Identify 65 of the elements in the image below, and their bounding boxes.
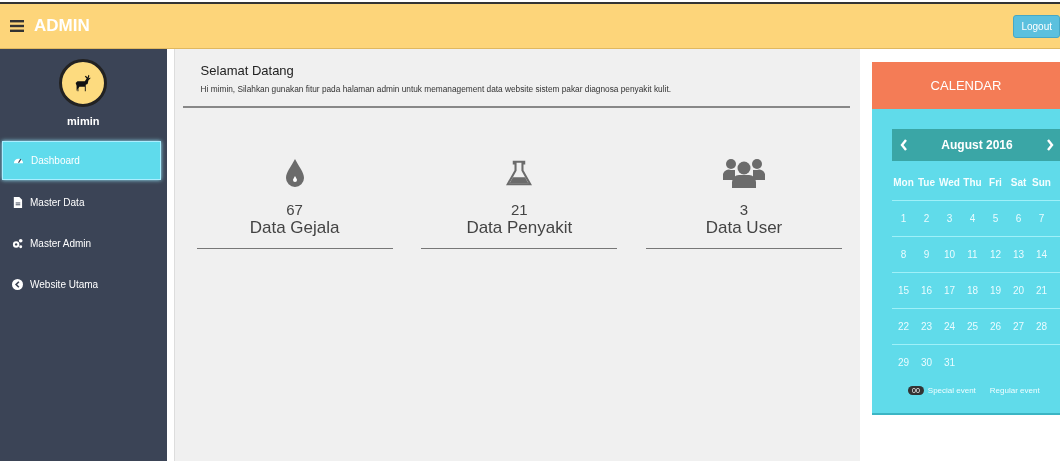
calendar-day[interactable]: 27 bbox=[1007, 321, 1030, 332]
calendar-day[interactable]: 31 bbox=[938, 357, 961, 368]
calendar-day[interactable]: 29 bbox=[892, 357, 915, 368]
gears-icon bbox=[12, 238, 23, 249]
chevron-left-icon[interactable] bbox=[900, 139, 908, 151]
arrow-left-circle-icon bbox=[12, 279, 23, 290]
user-name: mimin bbox=[67, 115, 100, 127]
calendar-day[interactable]: 6 bbox=[1007, 213, 1030, 224]
sidebar-item[interactable]: Master Admin bbox=[2, 225, 161, 262]
sidebar-item[interactable]: Dashboard bbox=[2, 141, 161, 180]
stat-count: 21 bbox=[510, 202, 528, 218]
calendar-day[interactable]: 7 bbox=[1030, 213, 1053, 224]
calendar-day[interactable]: 4 bbox=[961, 213, 984, 224]
calendar-day[interactable]: 23 bbox=[915, 321, 938, 332]
calendar-day[interactable]: 3 bbox=[938, 213, 961, 224]
calendar-day[interactable]: 16 bbox=[915, 285, 938, 296]
month-label: August 2016 bbox=[941, 138, 1013, 152]
welcome-title: Selamat Datang bbox=[200, 63, 295, 78]
logout-button[interactable]: Logout bbox=[1013, 14, 1060, 38]
calendar-day[interactable]: 20 bbox=[1007, 285, 1030, 296]
calendar-day[interactable]: 5 bbox=[984, 213, 1007, 224]
welcome-text: Hi mimin, Silahkan gunakan fitur pada halaman admin untuk memanagement data website sistem pakar diagnosa penyakit kulit. bbox=[200, 84, 673, 94]
users-icon bbox=[722, 158, 766, 188]
calendar-title: CALENDAR bbox=[930, 78, 1002, 93]
calendar-day[interactable]: 25 bbox=[961, 321, 984, 332]
file-icon bbox=[12, 197, 23, 208]
calendar-day[interactable]: 17 bbox=[938, 285, 961, 296]
app-title: ADMIN bbox=[34, 16, 90, 36]
calendar-day[interactable]: 30 bbox=[915, 357, 938, 368]
calendar-day[interactable]: 13 bbox=[1007, 249, 1030, 260]
weekday-label: Thu bbox=[962, 177, 983, 188]
calendar-day[interactable]: 21 bbox=[1030, 285, 1053, 296]
menu-icon[interactable] bbox=[10, 20, 24, 32]
calendar-day[interactable]: 19 bbox=[984, 285, 1007, 296]
calendar-day[interactable]: 14 bbox=[1030, 249, 1053, 260]
special-event-legend: Special event bbox=[927, 386, 976, 395]
weekday-label: Sun bbox=[1031, 177, 1052, 188]
calendar-day[interactable]: 9 bbox=[915, 249, 938, 260]
calendar-day[interactable]: 26 bbox=[984, 321, 1007, 332]
weekday-label: Wed bbox=[938, 177, 961, 188]
chevron-right-icon[interactable] bbox=[1046, 139, 1054, 151]
regular-event-legend: Regular event bbox=[989, 386, 1040, 395]
flask-icon bbox=[506, 158, 533, 188]
weekday-label: Fri bbox=[988, 177, 1003, 188]
calendar-day[interactable]: 8 bbox=[892, 249, 915, 260]
calendar-day[interactable]: 10 bbox=[938, 249, 961, 260]
calendar-day[interactable]: 18 bbox=[961, 285, 984, 296]
calendar-day[interactable]: 1 bbox=[892, 213, 915, 224]
stat-label: Data Gejala bbox=[249, 218, 340, 238]
calendar-day[interactable]: 2 bbox=[915, 213, 938, 224]
calendar-day[interactable]: 28 bbox=[1030, 321, 1053, 332]
weekday-label: Tue bbox=[916, 177, 936, 188]
sidebar-item[interactable]: Master Data bbox=[2, 184, 161, 221]
stat-label: Data User bbox=[705, 218, 783, 238]
calendar-day[interactable]: 24 bbox=[938, 321, 961, 332]
weekday-label: Sat bbox=[1009, 177, 1028, 188]
calendar-day[interactable]: 22 bbox=[892, 321, 915, 332]
calendar-day[interactable]: 12 bbox=[984, 249, 1007, 260]
sidebar-item[interactable]: Website Utama bbox=[2, 266, 161, 303]
calendar-day[interactable]: 11 bbox=[961, 249, 984, 260]
stat-label: Data Penyakit bbox=[466, 218, 573, 238]
stat-count: 3 bbox=[739, 202, 749, 218]
weekday-label: Mon bbox=[892, 177, 915, 188]
calendar-day[interactable]: 15 bbox=[892, 285, 915, 296]
stat-count: 67 bbox=[286, 202, 303, 218]
